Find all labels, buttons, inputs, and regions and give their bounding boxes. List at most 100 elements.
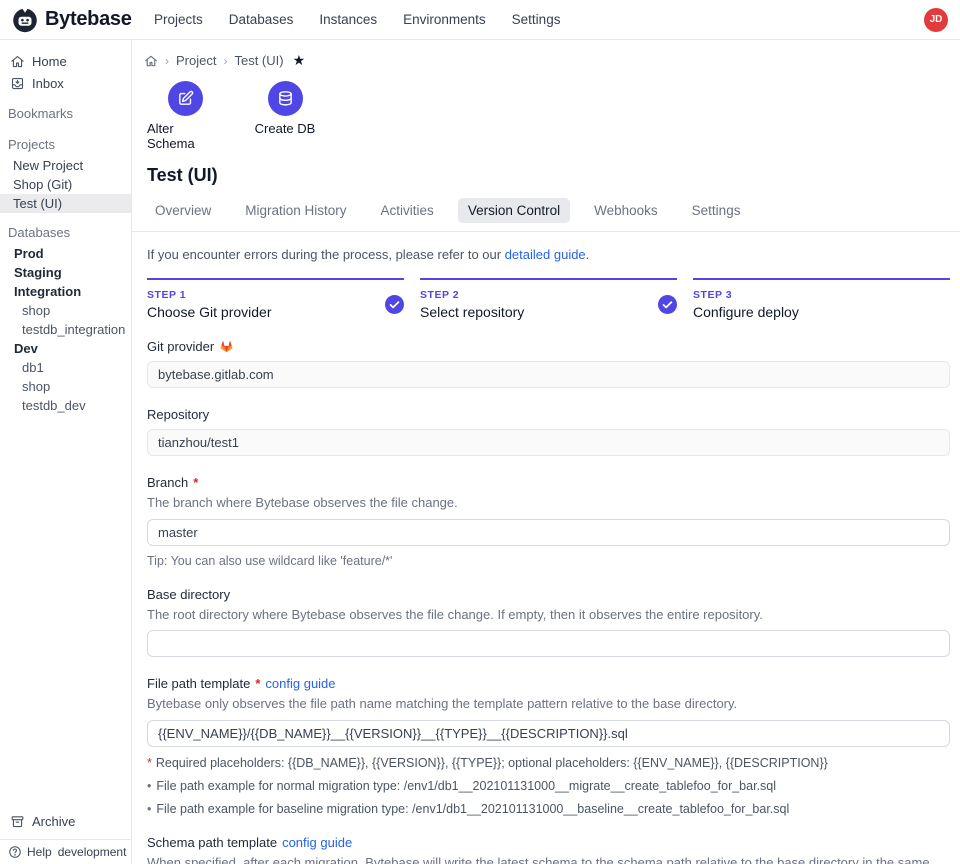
sidebar-env-staging: Staging <box>0 263 131 282</box>
sidebar-db-testdb-integration[interactable]: testdb_integration <box>0 320 131 339</box>
schema-path-config-guide-link[interactable]: config guide <box>282 835 352 850</box>
sidebar-item-label: Archive <box>32 814 75 829</box>
database-icon <box>277 90 294 107</box>
file-path-template-input[interactable] <box>147 720 950 747</box>
repository-input <box>147 429 950 456</box>
branch-field: Branch * The branch where Bytebase obser… <box>147 475 950 568</box>
sidebar-db-shop-integration[interactable]: shop <box>0 301 131 320</box>
tab-overview[interactable]: Overview <box>145 198 221 223</box>
sidebar-item-inbox[interactable]: Inbox <box>0 72 131 94</box>
step-1: STEP 1 Choose Git provider <box>147 278 404 320</box>
brand-name: Bytebase <box>45 8 132 31</box>
step-2: STEP 2 Select repository <box>420 278 677 320</box>
release-channel-label: development <box>58 845 127 859</box>
base-directory-field: Base directory The root directory where … <box>147 587 950 658</box>
note-bullet: • <box>147 779 151 793</box>
schema-path-template-field: Schema path template config guide When s… <box>147 835 950 864</box>
tab-activities[interactable]: Activities <box>371 198 444 223</box>
note-bullet: • <box>147 802 151 816</box>
quick-actions: Alter Schema Create DB <box>132 69 960 151</box>
file-path-required-note: *Required placeholders: {{DB_NAME}}, {{V… <box>147 756 950 770</box>
required-mark: * <box>255 676 260 691</box>
alter-schema-label: Alter Schema <box>147 121 223 151</box>
tab-migration-history[interactable]: Migration History <box>235 198 356 223</box>
required-mark: * <box>193 475 198 490</box>
branch-label: Branch <box>147 475 188 490</box>
file-path-example-baseline: • File path example for baseline migratio… <box>147 802 950 816</box>
nav-databases[interactable]: Databases <box>229 12 294 27</box>
sidebar-item-home[interactable]: Home <box>0 50 131 72</box>
sidebar-item-test-ui[interactable]: Test (UI) <box>0 194 131 213</box>
error-notice: If you encounter errors during the proce… <box>147 247 950 262</box>
edit-schema-icon <box>177 90 194 107</box>
branch-description: The branch where Bytebase observes the f… <box>147 494 950 512</box>
sidebar-item-label: Home <box>32 54 67 69</box>
create-db-button[interactable]: Create DB <box>247 81 323 151</box>
create-db-label: Create DB <box>255 121 316 136</box>
file-path-config-guide-link[interactable]: config guide <box>265 676 335 691</box>
file-path-template-field: File path template * config guide Byteba… <box>147 676 950 816</box>
base-directory-input[interactable] <box>147 630 950 657</box>
breadcrumb-project[interactable]: Project <box>176 53 216 68</box>
gitlab-icon <box>219 339 234 354</box>
tab-webhooks[interactable]: Webhooks <box>584 198 668 223</box>
nav-links: Projects Databases Instances Environment… <box>154 12 560 27</box>
nav-environments[interactable]: Environments <box>403 12 486 27</box>
breadcrumb-separator: › <box>223 54 227 68</box>
sidebar-item-archive[interactable]: Archive <box>0 808 131 835</box>
sidebar-db-shop-dev[interactable]: shop <box>0 377 131 396</box>
main-panel: › Project › Test (UI) ★ Alter Schema <box>132 40 960 864</box>
project-tabs: Overview Migration History Activities Ve… <box>132 186 960 232</box>
git-provider-field: Git provider <box>147 339 950 388</box>
help-button[interactable]: Help <box>8 845 52 859</box>
breadcrumb-home-icon[interactable] <box>144 54 158 68</box>
branch-input[interactable] <box>147 519 950 546</box>
schema-path-template-label: Schema path template <box>147 835 277 850</box>
page-title: Test (UI) <box>132 151 960 186</box>
step-3-title: Configure deploy <box>693 304 799 320</box>
step-2-label: STEP 2 <box>420 289 524 301</box>
sidebar-item-shop-git[interactable]: Shop (Git) <box>0 175 131 194</box>
sidebar-header-databases: Databases <box>0 221 131 244</box>
description-text: When specified, after each migration, By… <box>147 855 930 864</box>
sidebar-header-bookmarks: Bookmarks <box>0 102 131 125</box>
step-3-label: STEP 3 <box>693 289 799 301</box>
archive-icon <box>10 814 25 829</box>
note-text: File path example for baseline migration… <box>156 802 789 816</box>
sidebar-item-new-project[interactable]: New Project <box>0 156 131 175</box>
version-control-panel: If you encounter errors during the proce… <box>132 232 960 864</box>
sidebar-env-prod: Prod <box>0 244 131 263</box>
nav-instances[interactable]: Instances <box>319 12 377 27</box>
user-avatar[interactable]: JD <box>924 8 948 32</box>
nav-projects[interactable]: Projects <box>154 12 203 27</box>
tab-version-control[interactable]: Version Control <box>458 198 570 223</box>
notice-text: If you encounter errors during the proce… <box>147 247 505 262</box>
tab-settings[interactable]: Settings <box>682 198 751 223</box>
file-path-template-label: File path template <box>147 676 250 691</box>
nav-settings[interactable]: Settings <box>512 12 561 27</box>
step-1-title: Choose Git provider <box>147 304 272 320</box>
sidebar-db-db1[interactable]: db1 <box>0 358 131 377</box>
wizard-steps: STEP 1 Choose Git provider STEP 2 Select <box>147 278 950 320</box>
detailed-guide-link[interactable]: detailed guide <box>505 247 586 262</box>
sidebar: Home Inbox Bookmarks Projects New Projec… <box>0 40 132 864</box>
file-path-template-description: Bytebase only observes the file path nam… <box>147 695 950 713</box>
help-label: Help <box>27 845 52 859</box>
favorite-star-icon[interactable]: ★ <box>293 52 306 69</box>
git-provider-input <box>147 361 950 388</box>
sidebar-db-testdb-dev[interactable]: testdb_dev <box>0 396 131 415</box>
sidebar-header-projects: Projects <box>0 133 131 156</box>
note-text: File path example for normal migration t… <box>156 779 776 793</box>
notice-suffix: . <box>586 247 590 262</box>
branch-tip: Tip: You can also use wildcard like 'fea… <box>147 554 950 568</box>
note-asterisk: * <box>147 756 152 770</box>
step-1-check-icon <box>385 295 404 314</box>
sidebar-bottom-bar: Help development <box>0 839 131 864</box>
alter-schema-button[interactable]: Alter Schema <box>147 81 223 151</box>
file-path-example-normal: • File path example for normal migration … <box>147 779 950 793</box>
breadcrumb-current[interactable]: Test (UI) <box>234 53 283 68</box>
breadcrumb: › Project › Test (UI) ★ <box>132 40 960 69</box>
brand[interactable]: Bytebase <box>12 7 140 33</box>
home-icon <box>10 54 25 69</box>
top-navbar: Bytebase Projects Databases Instances En… <box>0 0 960 40</box>
